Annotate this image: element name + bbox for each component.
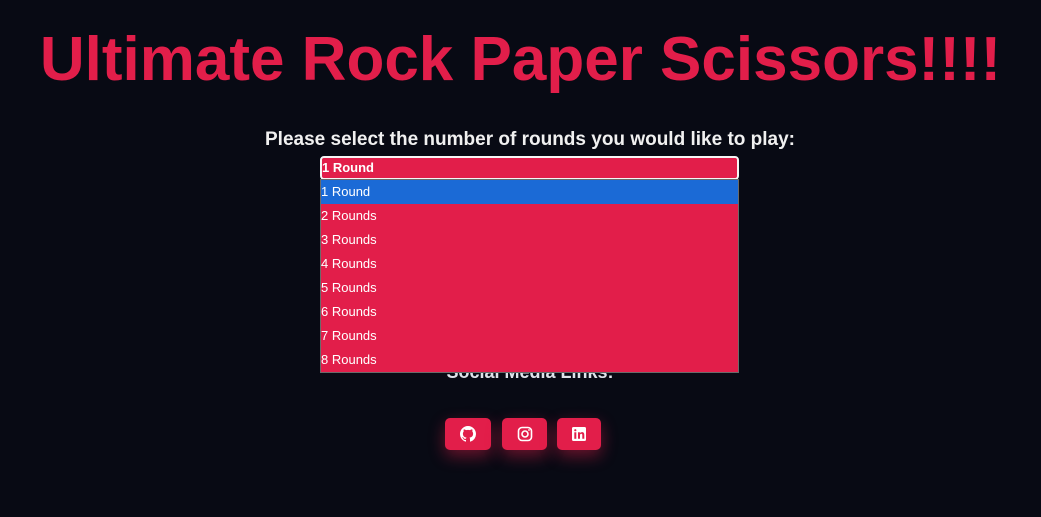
rounds-prompt: Please select the number of rounds you w… bbox=[265, 129, 795, 150]
linkedin-icon bbox=[572, 427, 586, 441]
option-3-rounds[interactable]: 3 Rounds bbox=[321, 228, 738, 252]
option-5-rounds[interactable]: 5 Rounds bbox=[321, 276, 738, 300]
option-8-rounds[interactable]: 8 Rounds bbox=[321, 348, 738, 372]
page-title: Ultimate Rock Paper Scissors!!!! bbox=[39, 25, 1002, 94]
github-button[interactable] bbox=[445, 418, 491, 450]
option-7-rounds[interactable]: 7 Rounds bbox=[321, 324, 738, 348]
rounds-dropdown-list: 1 Round 2 Rounds 3 Rounds 4 Rounds 5 Rou… bbox=[320, 179, 739, 373]
option-6-rounds[interactable]: 6 Rounds bbox=[321, 300, 738, 324]
option-1-round[interactable]: 1 Round bbox=[321, 180, 738, 204]
option-4-rounds[interactable]: 4 Rounds bbox=[321, 252, 738, 276]
github-icon bbox=[460, 426, 476, 442]
instagram-icon bbox=[517, 426, 532, 442]
option-2-rounds[interactable]: 2 Rounds bbox=[321, 204, 738, 228]
instagram-button[interactable] bbox=[502, 418, 547, 450]
linkedin-button[interactable] bbox=[557, 418, 601, 450]
rounds-select[interactable]: 1 Round bbox=[320, 156, 739, 180]
